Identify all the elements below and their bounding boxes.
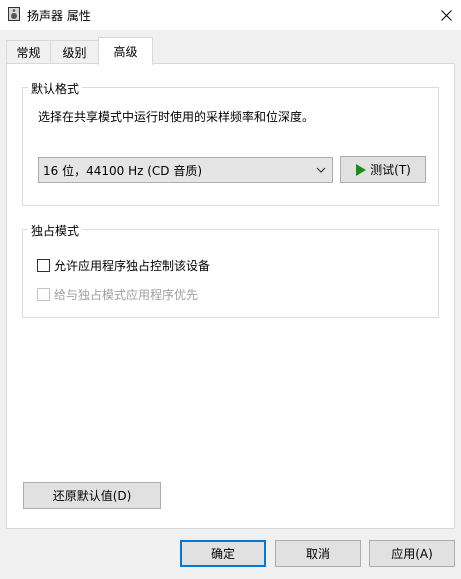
exclusive-mode-title: 独占模式 bbox=[28, 222, 83, 239]
format-select-value: 16 位，44100 Hz (CD 音质) bbox=[43, 163, 203, 178]
default-format-group bbox=[22, 87, 439, 206]
tab-general[interactable]: 常规 bbox=[6, 40, 51, 64]
tab-levels[interactable]: 级别 bbox=[50, 40, 99, 64]
restore-defaults-button[interactable]: 还原默认值(D) bbox=[23, 482, 161, 509]
allow-exclusive-option[interactable]: 允许应用程序独占控制该设备 bbox=[37, 257, 210, 274]
priority-option: 给与独占模式应用程序优先 bbox=[37, 286, 198, 303]
tab-strip: 常规 级别 高级 bbox=[6, 37, 455, 65]
ok-button-label: 确定 bbox=[210, 547, 235, 561]
allow-exclusive-checkbox[interactable] bbox=[37, 259, 50, 272]
tab-label: 级别 bbox=[62, 46, 87, 60]
tab-label: 高级 bbox=[113, 45, 138, 59]
test-button-label: 测试(T) bbox=[370, 163, 411, 177]
tab-advanced[interactable]: 高级 bbox=[98, 37, 153, 65]
close-button[interactable] bbox=[431, 0, 461, 30]
cancel-button-label: 取消 bbox=[305, 547, 330, 561]
window-title: 扬声器 属性 bbox=[27, 9, 91, 23]
default-format-title: 默认格式 bbox=[28, 80, 83, 97]
ok-button[interactable]: 确定 bbox=[180, 540, 266, 567]
title-bar: 扬声器 属性 bbox=[0, 0, 461, 30]
restore-defaults-label: 还原默认值(D) bbox=[52, 489, 132, 503]
speaker-icon bbox=[8, 7, 20, 21]
chevron-down-icon bbox=[316, 167, 326, 173]
format-select[interactable]: 16 位，44100 Hz (CD 音质) bbox=[38, 157, 333, 183]
apply-button-label: 应用(A) bbox=[391, 547, 433, 561]
priority-label: 给与独占模式应用程序优先 bbox=[54, 288, 199, 302]
apply-button[interactable]: 应用(A) bbox=[369, 540, 455, 567]
allow-exclusive-label: 允许应用程序独占控制该设备 bbox=[54, 259, 211, 273]
close-icon bbox=[440, 9, 452, 21]
default-format-description: 选择在共享模式中运行时使用的采样频率和位深度。 bbox=[38, 110, 315, 124]
tab-label: 常规 bbox=[16, 46, 41, 60]
test-button[interactable]: 测试(T) bbox=[340, 156, 426, 183]
priority-checkbox bbox=[37, 288, 50, 301]
cancel-button[interactable]: 取消 bbox=[275, 540, 361, 567]
play-icon bbox=[356, 163, 367, 176]
